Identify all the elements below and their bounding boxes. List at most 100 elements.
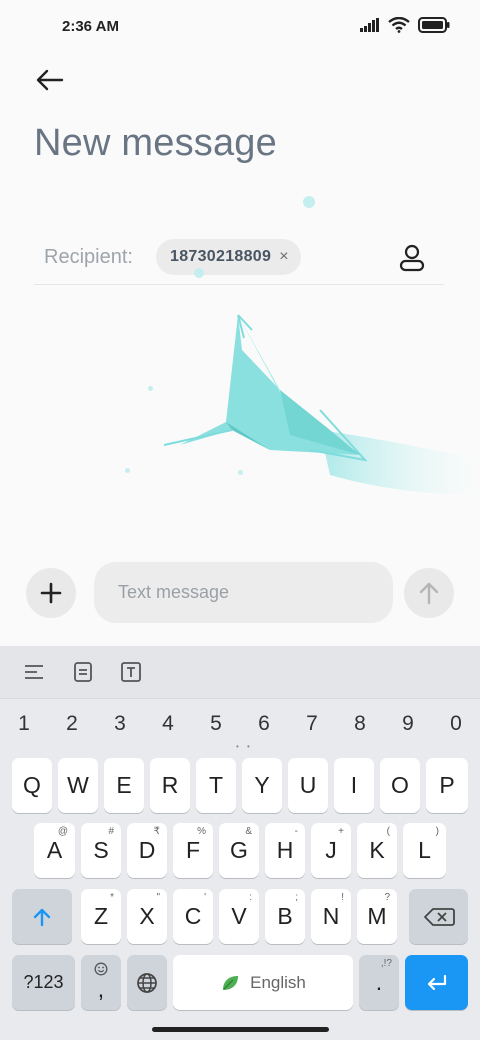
menu-lines-icon [25,665,43,679]
enter-key[interactable] [405,955,468,1010]
decor-dot [125,468,130,473]
key-b-hint: ; [295,892,298,903]
key-t[interactable]: T [196,758,236,813]
key-9[interactable]: 9 [393,704,423,744]
key-a-label: A [46,837,63,863]
status-icons [360,17,450,33]
message-input[interactable] [94,562,393,623]
battery-icon [418,17,450,33]
home-indicator[interactable] [152,1027,329,1032]
back-arrow-icon [36,69,64,91]
backspace-key[interactable] [409,889,468,944]
key-8[interactable]: 8 [345,704,375,744]
key-m[interactable]: M? [357,889,397,944]
key-6[interactable]: 6 [249,704,279,744]
clipboard-button[interactable] [69,658,97,686]
key-c-label: C [184,903,202,929]
key-7[interactable]: 7 [297,704,327,744]
key-n[interactable]: N! [311,889,351,944]
key-d[interactable]: D ₹ [127,823,167,878]
key-v[interactable]: V: [219,889,259,944]
key-w[interactable]: W [58,758,98,813]
key-1[interactable]: 1 [9,704,39,744]
back-button[interactable] [32,62,68,98]
period-hint: ,!? [380,958,392,969]
plus-icon [40,582,62,604]
key-m-hint: ? [384,892,390,903]
key-s-hint: # [108,826,114,837]
decor-dot [194,268,204,278]
shift-arrow-icon [33,908,51,926]
key-b[interactable]: B; [265,889,305,944]
key-p[interactable]: P [426,758,468,813]
decor-dot [303,196,315,208]
key-r[interactable]: R [150,758,190,813]
number-row: 1 2 3 4 5 6 7 8 9 0 [0,704,480,744]
clipboard-icon [74,662,92,682]
key-5[interactable]: 5 [201,704,231,744]
key-n-label: N [322,903,340,929]
key-v-hint: : [249,892,252,903]
key-x-hint: " [156,892,160,903]
key-0[interactable]: 0 [441,704,471,744]
signal-icon [360,18,379,32]
key-h-label: H [276,837,294,863]
emoji-comma-key[interactable]: , [81,955,121,1010]
decor-dot [238,470,243,475]
text-edit-button[interactable] [117,658,145,686]
key-z-label: Z [93,903,109,929]
key-k-hint: ( [386,826,390,837]
send-button[interactable] [404,568,454,618]
decor-dot [148,386,153,391]
key-u[interactable]: U [288,758,328,813]
backspace-icon [423,907,455,926]
key-h-hint: - [294,826,298,837]
paper-plane-icon [163,314,480,495]
key-a[interactable]: A @ [34,823,75,878]
key-q[interactable]: Q [12,758,52,813]
send-arrow-up-icon [419,582,439,605]
key-j[interactable]: J + [311,823,351,878]
key-y[interactable]: Y [242,758,282,813]
key-3[interactable]: 3 [105,704,135,744]
enter-icon [427,974,446,990]
key-4[interactable]: 4 [153,704,183,744]
symbols-key[interactable]: ?123 [12,955,75,1010]
key-c[interactable]: C ' [173,889,213,944]
key-b-label: B [277,903,293,929]
contacts-button[interactable] [394,240,430,276]
keyboard-menu-button[interactable] [20,658,48,686]
key-d-label: D [138,837,156,863]
globe-icon [137,972,157,993]
key-j-hint: + [338,826,344,837]
key-i[interactable]: I [334,758,374,813]
recipient-chip[interactable]: 18730218809 × [156,239,301,275]
key-z[interactable]: Z * [81,889,121,944]
period-label: . [375,969,383,995]
key-n-hint: ! [341,892,344,903]
remove-recipient-icon[interactable]: × [279,248,288,266]
attach-button[interactable] [26,568,76,618]
key-k-label: K [369,837,385,863]
key-h[interactable]: H- [265,823,305,878]
key-o[interactable]: O [380,758,420,813]
wifi-icon [388,17,410,33]
key-c-hint: ' [204,892,206,903]
key-s[interactable]: S # [81,823,121,878]
language-key[interactable] [127,955,167,1010]
recipient-label: Recipient: [44,246,133,268]
period-key[interactable]: .,!? [359,955,399,1010]
key-l[interactable]: L) [403,823,446,878]
key-e[interactable]: E [104,758,144,813]
paper-plane-illustration [120,310,480,540]
person-icon [399,244,425,272]
recipient-row[interactable]: Recipient: 18730218809 × [34,234,444,285]
key-2[interactable]: 2 [57,704,87,744]
key-f[interactable]: F% [173,823,213,878]
shift-key[interactable] [12,889,72,944]
key-k[interactable]: K( [357,823,397,878]
key-l-label: L [418,837,431,863]
key-g[interactable]: G & [219,823,259,878]
key-x[interactable]: X " [127,889,167,944]
space-key[interactable]: English [173,955,353,1010]
